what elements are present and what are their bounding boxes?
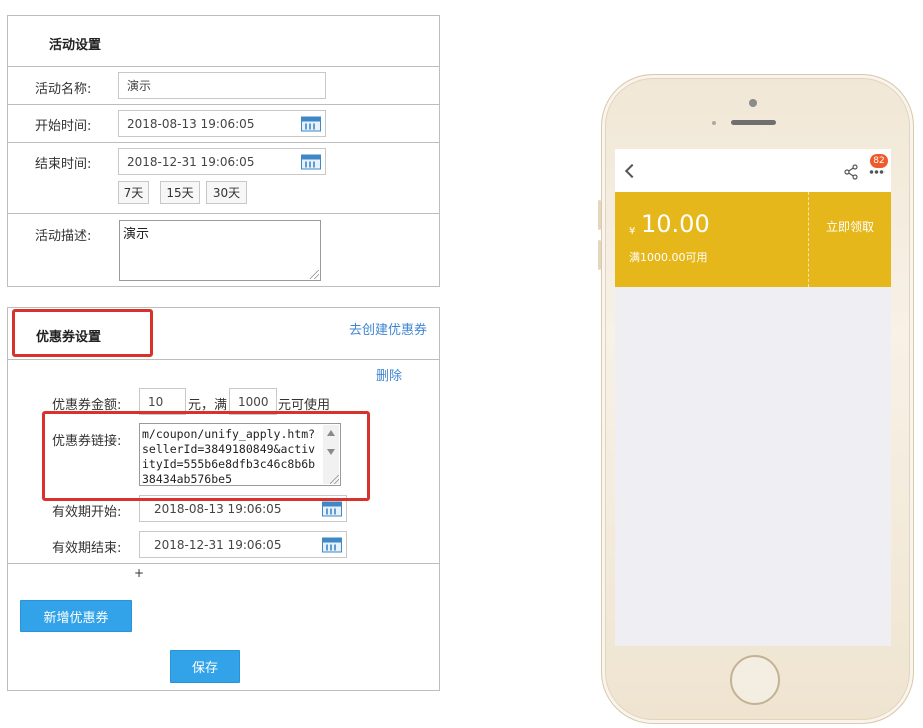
divider [8,213,439,214]
valid-end-value: 2018-12-31 19:06:05 [154,537,282,552]
share-icon[interactable] [843,164,859,180]
activity-description-label: 活动描述: [35,229,92,244]
coupon-currency-symbol: ¥ [629,226,636,237]
speaker-icon [731,120,776,125]
create-coupon-link[interactable]: 去创建优惠券 [349,319,427,338]
add-row-plus-icon[interactable]: + [134,566,144,580]
divider [8,104,439,105]
coupon-card[interactable]: ¥ 10.00 满1000.00可用 立即领取 [615,192,891,287]
phone-nav-bar: 82 [615,149,891,192]
end-time-input[interactable]: 2018-12-31 19:06:05 [118,148,326,175]
divider [8,66,439,67]
phone-screen: 82 ¥ 10.00 满1000.00可用 立即领取 [615,149,891,646]
coupon-condition-text: 满1000.00可用 [629,251,708,264]
back-arrow-icon[interactable] [624,163,640,179]
quick-range-30-days-button[interactable]: 30天 [206,181,247,204]
coupon-title-highlight [12,309,153,357]
coupon-amount-value: 10 [148,394,164,409]
divider [8,359,439,360]
coupon-threshold-value: 1000 [238,394,269,409]
calendar-icon[interactable] [322,501,342,516]
delete-coupon-link[interactable]: 删除 [376,365,402,384]
divider [8,142,439,143]
save-button[interactable]: 保存 [170,650,240,683]
activity-description-value: 演示 [123,227,150,242]
valid-start-value: 2018-08-13 19:06:05 [154,501,282,516]
start-time-value: 2018-08-13 19:06:05 [127,116,255,131]
activity-name-label: 活动名称: [35,82,92,97]
activity-settings-title: 活动设置 [49,38,102,53]
valid-start-label: 有效期开始: [52,505,122,520]
calendar-icon[interactable] [301,116,321,131]
activity-name-input[interactable]: 演示 [118,72,326,99]
phone-home-button [730,655,780,705]
quick-range-15-days-button[interactable]: 15天 [160,181,200,204]
notification-badge: 82 [870,154,888,168]
end-time-value: 2018-12-31 19:06:05 [127,154,255,169]
resize-grip-icon[interactable] [310,270,319,279]
activity-description-textarea[interactable]: 演示 [119,220,321,281]
valid-end-label: 有效期结束: [52,541,122,556]
add-coupon-button[interactable]: 新增优惠券 [20,600,132,632]
end-time-label: 结束时间: [35,157,92,172]
activity-settings-panel: 活动设置 活动名称: 演示 开始时间: 2018-08-13 19:06:05 … [7,15,440,287]
sensor-icon [712,121,716,125]
quick-range-7-days-button[interactable]: 7天 [118,181,149,204]
divider [8,563,439,564]
coupon-amount-display: 10.00 [641,210,710,238]
coupon-dashed-divider [808,192,809,287]
calendar-icon[interactable] [322,537,342,552]
activity-name-value: 演示 [127,79,152,93]
valid-end-input[interactable]: 2018-12-31 19:06:05 [139,531,347,558]
start-time-label: 开始时间: [35,119,92,134]
claim-coupon-button[interactable]: 立即领取 [826,218,874,235]
start-time-input[interactable]: 2018-08-13 19:06:05 [118,110,326,137]
coupon-link-highlight [42,411,370,501]
front-camera-icon [749,99,757,107]
calendar-icon[interactable] [301,154,321,169]
more-dots-icon[interactable] [869,170,885,174]
